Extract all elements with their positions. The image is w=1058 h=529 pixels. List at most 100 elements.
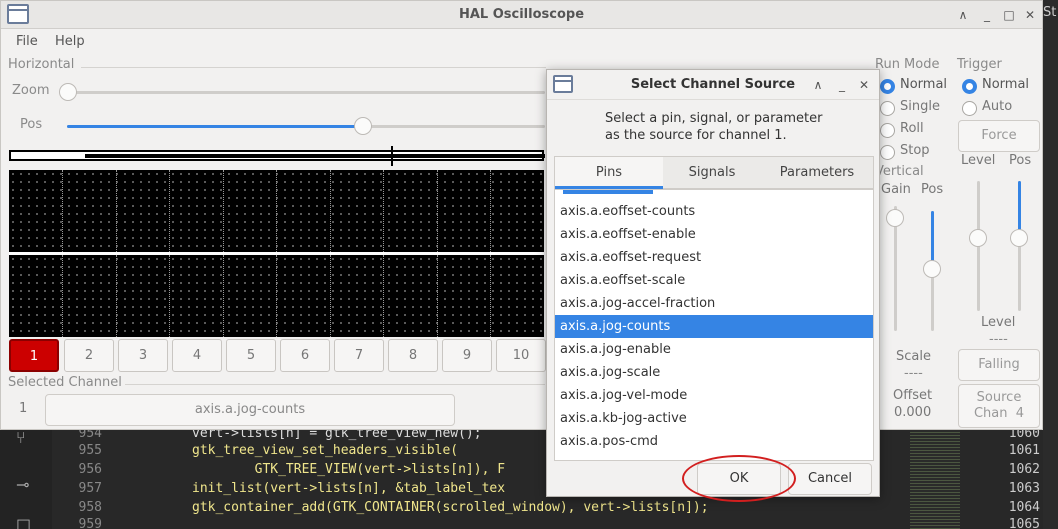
cancel-button[interactable]: Cancel xyxy=(788,463,872,495)
scale-label: Scale xyxy=(896,349,931,364)
close-button[interactable]: ✕ xyxy=(1021,6,1039,24)
minimize-button[interactable]: _ xyxy=(978,6,996,24)
list-item[interactable]: axis.a.jog-scale xyxy=(555,361,873,384)
selected-channel-number: 1 xyxy=(19,401,28,416)
scope-display-lower[interactable] xyxy=(9,255,544,337)
run-mode-normal-label[interactable]: Normal xyxy=(900,77,947,92)
list-item[interactable]: axis.a.pos-cmd xyxy=(555,430,873,453)
menu-help[interactable]: Help xyxy=(55,34,85,49)
offset-value[interactable]: 0.000 xyxy=(894,405,931,420)
run-mode-single-label[interactable]: Single xyxy=(900,99,940,114)
oscilloscope-window: HAL Oscilloscope ∧ _ □ ✕ File Help Horiz… xyxy=(0,0,1043,430)
trigger-auto-label[interactable]: Auto xyxy=(982,99,1012,114)
vertical-pos-label: Pos xyxy=(921,182,944,197)
tab-parameters[interactable]: Parameters xyxy=(761,157,873,189)
gain-slider-handle[interactable] xyxy=(886,209,904,227)
trigger-normal-label[interactable]: Normal xyxy=(982,77,1029,92)
trigger-normal-radio[interactable] xyxy=(962,79,977,94)
trigger-level-slider-handle[interactable] xyxy=(969,229,987,247)
frame-border xyxy=(125,384,545,385)
horizontal-frame-label: Horizontal xyxy=(8,57,75,72)
run-mode-stop-label[interactable]: Stop xyxy=(900,143,930,158)
trigger-pos-slider-fill xyxy=(1018,181,1021,236)
pin-list[interactable]: axis.a.eoffset-counts axis.a.eoffset-ena… xyxy=(554,189,874,461)
channel-button-2[interactable]: 2 xyxy=(64,339,114,372)
list-item[interactable]: axis.a.eoffset-enable xyxy=(555,223,873,246)
line-number: 1064 xyxy=(1008,500,1040,515)
channel-button-7[interactable]: 7 xyxy=(334,339,384,372)
menu-bar: File Help xyxy=(1,29,1042,55)
force-button[interactable]: Force xyxy=(958,120,1040,152)
list-item[interactable]: axis.a.eoffset-counts xyxy=(555,200,873,223)
shade-button[interactable]: ∧ xyxy=(954,6,972,24)
maximize-button[interactable]: □ xyxy=(1000,6,1018,24)
dialog-message: Select a pin, signal, or parameter as th… xyxy=(605,110,822,144)
channel-button-10[interactable]: 10 xyxy=(496,339,546,372)
run-mode-roll-radio[interactable] xyxy=(880,123,895,138)
editor-activity-bar: ⑂ ⊸ □ xyxy=(0,420,52,529)
trigger-source-button[interactable]: Source Chan 4 xyxy=(958,384,1040,428)
editor-minimap[interactable] xyxy=(910,430,960,529)
line-number: 1063 xyxy=(1008,481,1040,496)
list-item[interactable]: axis.a.jog-accel-fraction xyxy=(555,292,873,315)
gain-label: Gain xyxy=(881,182,911,197)
trigger-level-caption: Level xyxy=(981,315,1016,330)
run-mode-single-radio[interactable] xyxy=(880,101,895,116)
trigger-pos-slider-handle[interactable] xyxy=(1010,229,1028,247)
ok-highlight-annotation xyxy=(682,455,796,502)
commit-icon[interactable]: ⊸ xyxy=(16,475,29,494)
dialog-message-line: as the source for channel 1. xyxy=(605,128,787,143)
title-bar: HAL Oscilloscope ∧ _ □ ✕ xyxy=(1,1,1042,29)
trigger-edge-button[interactable]: Falling xyxy=(958,349,1040,381)
record-position-bar[interactable] xyxy=(9,146,545,166)
list-item[interactable]: axis.a.eoffset-scale xyxy=(555,269,873,292)
run-mode-stop-radio[interactable] xyxy=(880,145,895,160)
code-line: 957 init_list(vert->lists[n], &tab_label_… xyxy=(78,481,506,496)
tab-pins[interactable]: Pins xyxy=(555,157,663,189)
line-number: 1065 xyxy=(1008,517,1040,529)
line-number: 1061 xyxy=(1008,443,1040,458)
channel-button-1[interactable]: 1 xyxy=(9,339,59,372)
channel-button-8[interactable]: 8 xyxy=(388,339,438,372)
dialog-shade-button[interactable]: ∧ xyxy=(809,76,827,94)
square-icon[interactable]: □ xyxy=(16,515,31,529)
channel-button-5[interactable]: 5 xyxy=(226,339,276,372)
code-line: 956 GTK_TREE_VIEW(vert->lists[n]), F xyxy=(78,462,506,477)
zoom-slider-handle[interactable] xyxy=(59,83,77,101)
list-item[interactable]: axis.a.eoffset-request xyxy=(555,246,873,269)
dialog-close-button[interactable]: ✕ xyxy=(855,76,873,94)
list-item[interactable]: axis.a.kb-jog-active xyxy=(555,407,873,430)
editor-right-panel xyxy=(1043,0,1058,529)
zoom-slider-track[interactable] xyxy=(67,91,545,94)
channel-button-6[interactable]: 6 xyxy=(280,339,330,372)
pos-slider-handle[interactable] xyxy=(354,117,372,135)
channel-button-3[interactable]: 3 xyxy=(118,339,168,372)
channel-source-button[interactable]: axis.a.jog-counts xyxy=(45,394,455,426)
trigger-auto-radio[interactable] xyxy=(962,101,977,116)
selected-channel-label: Selected Channel xyxy=(8,375,122,390)
zoom-label: Zoom xyxy=(12,83,50,98)
list-item-selected[interactable]: axis.a.jog-counts xyxy=(555,315,873,338)
trigger-pos-label: Pos xyxy=(1009,153,1032,168)
dialog-message-line: Select a pin, signal, or parameter xyxy=(605,111,823,126)
dialog-minimize-button[interactable]: _ xyxy=(833,76,851,94)
dialog-title-bar: Select Channel Source ∧ _ ✕ xyxy=(547,70,879,100)
list-item[interactable]: axis.a.jog-enable xyxy=(555,338,873,361)
scope-display-upper[interactable] xyxy=(9,170,544,252)
channel-button-9[interactable]: 9 xyxy=(442,339,492,372)
code-line: 955 gtk_tree_view_set_headers_visible( xyxy=(78,443,459,458)
list-scroll-indicator xyxy=(563,190,653,194)
trigger-cursor xyxy=(391,146,393,166)
code-line: 959 xyxy=(78,517,102,529)
tab-signals[interactable]: Signals xyxy=(663,157,761,189)
menu-file[interactable]: File xyxy=(16,34,38,49)
list-item[interactable]: axis.a.jog-vel-mode xyxy=(555,384,873,407)
line-number: 1062 xyxy=(1008,462,1040,477)
run-mode-roll-label[interactable]: Roll xyxy=(900,121,924,136)
channel-button-4[interactable]: 4 xyxy=(172,339,222,372)
select-channel-source-dialog: Select Channel Source ∧ _ ✕ Select a pin… xyxy=(546,69,880,497)
vertical-pos-slider-handle[interactable] xyxy=(923,260,941,278)
run-mode-normal-radio[interactable] xyxy=(880,79,895,94)
trigger-frame-label: Trigger xyxy=(957,57,1002,72)
branch-icon[interactable]: ⑂ xyxy=(16,428,26,447)
